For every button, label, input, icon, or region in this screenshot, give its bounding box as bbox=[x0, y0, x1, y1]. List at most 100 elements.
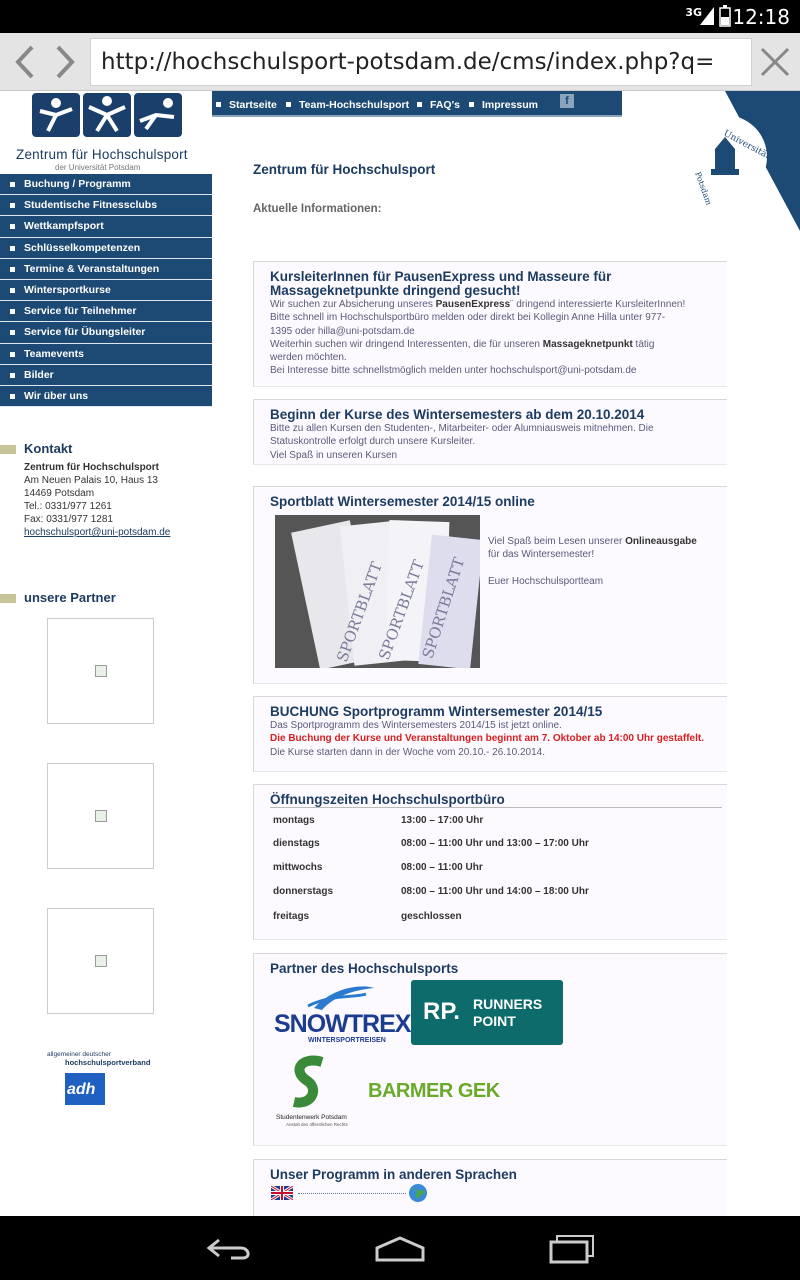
topnav-team[interactable]: Team-Hochschulsport bbox=[299, 99, 409, 111]
hours-time: 08:00 – 11:00 Uhr und 14:00 – 18:00 Uhr bbox=[401, 886, 589, 897]
close-icon[interactable] bbox=[758, 45, 792, 79]
back-icon[interactable] bbox=[8, 43, 42, 81]
snowtrex-logo[interactable]: SNOWTREX WINTERSPORTREISEN bbox=[274, 982, 411, 1046]
partner-image-3[interactable] bbox=[47, 908, 154, 1014]
bullet-icon bbox=[469, 102, 474, 107]
runners-point-logo[interactable]: RP. RUNNERS POINT bbox=[411, 980, 563, 1045]
hours-day: freitags bbox=[273, 911, 310, 922]
bullet-icon bbox=[10, 393, 15, 399]
kontakt-heading: Kontakt bbox=[0, 441, 72, 456]
logo-figure-1 bbox=[32, 93, 80, 137]
languages-title: Unser Programm in anderen Sprachen bbox=[270, 1167, 517, 1182]
studentenwerk-text: Studentenwerk Potsdam bbox=[276, 1114, 347, 1121]
sidemenu-item-schluesselkompetenzen[interactable]: Schlüsselkompetenzen bbox=[0, 237, 212, 259]
bullet-icon bbox=[10, 266, 15, 272]
topnav-faq[interactable]: FAQ's bbox=[430, 99, 460, 111]
url-input[interactable]: http://hochschulsport-potsdam.de/cms/ind… bbox=[90, 38, 752, 86]
sidemenu-item-buchung[interactable]: Buchung / Programm bbox=[0, 174, 212, 196]
topnav-impressum[interactable]: Impressum bbox=[482, 99, 538, 111]
news-title[interactable]: KursleiterInnen für PausenExpress und Ma… bbox=[254, 262, 654, 298]
logo-subtitle: der Universität Potsdam bbox=[55, 163, 141, 172]
page-title: Zentrum für Hochschulsport bbox=[253, 162, 436, 177]
university-seal[interactable]: Universität Potsdam bbox=[665, 91, 800, 231]
kontakt-address1: Am Neuen Palais 10, Haus 13 bbox=[24, 475, 158, 486]
uk-flag-icon[interactable] bbox=[271, 1186, 293, 1200]
status-bar: 3G 12:18 bbox=[0, 0, 800, 33]
sportblatt-image[interactable]: SPORTBLATT SPORTBLATT SPORTBLATT bbox=[275, 515, 480, 668]
bullet-icon bbox=[10, 287, 15, 293]
news-text: Bitte zu allen Kursen den Studenten-, Mi… bbox=[270, 423, 654, 461]
bullet-icon bbox=[286, 102, 291, 107]
adh-line2: hochschulsportverband bbox=[65, 1058, 151, 1067]
news-text: Wir suchen zur Absicherung unseres Pause… bbox=[270, 299, 686, 377]
bullet-icon bbox=[10, 182, 15, 187]
kontakt-address2: 14469 Potsdam bbox=[24, 488, 95, 499]
sidemenu-item-service-teilnehmer[interactable]: Service für Teilnehmer bbox=[0, 301, 212, 323]
sidemenu-item-termine[interactable]: Termine & Veranstaltungen bbox=[0, 258, 212, 280]
snowtrex-swoosh-icon bbox=[307, 986, 374, 1010]
bullet-icon bbox=[10, 372, 15, 378]
sidemenu-item-wettkampfsport[interactable]: Wettkampfsport bbox=[0, 216, 212, 238]
sidemenu-item-teamevents[interactable]: Teamevents bbox=[0, 343, 212, 365]
bullet-icon bbox=[216, 102, 221, 107]
hours-title: Öffnungszeiten Hochschulsportbüro bbox=[270, 792, 505, 807]
home-button-icon[interactable] bbox=[375, 1234, 425, 1264]
adh-line1: allgemeiner deutscher bbox=[47, 1051, 111, 1058]
bullet-icon bbox=[10, 351, 15, 357]
back-button-icon[interactable] bbox=[205, 1234, 255, 1264]
news-card: KursleiterInnen für PausenExpress und Ma… bbox=[253, 261, 727, 387]
signal-bars-icon bbox=[700, 7, 714, 25]
point-text: POINT bbox=[473, 1013, 516, 1029]
hours-day: montags bbox=[273, 815, 315, 826]
hours-time: 08:00 – 11:00 Uhr bbox=[401, 862, 483, 873]
news-title[interactable]: Sportblatt Wintersemester 2014/15 online bbox=[254, 487, 714, 509]
logo-figure-2 bbox=[83, 93, 131, 137]
barmer-logo[interactable]: BARMER GEK bbox=[368, 1080, 500, 1103]
hours-time: 13:00 – 17:00 Uhr bbox=[401, 815, 484, 826]
news-title[interactable]: BUCHUNG Sportprogramm Wintersemester 201… bbox=[254, 697, 714, 719]
adh-mark: adh bbox=[65, 1073, 105, 1105]
news-text: Viel Spaß beim Lesen unserer Onlineausga… bbox=[488, 536, 697, 587]
bullet-icon bbox=[10, 330, 15, 336]
hours-day: donnerstags bbox=[273, 886, 334, 897]
page-subtitle: Aktuelle Informationen: bbox=[253, 203, 382, 215]
broken-image-icon bbox=[95, 955, 107, 967]
hours-time: 08:00 – 11:00 Uhr und 13:00 – 17:00 Uhr bbox=[401, 838, 589, 849]
sidemenu-item-wintersportkurse[interactable]: Wintersportkurse bbox=[0, 279, 212, 302]
runners-text: RUNNERS bbox=[473, 996, 543, 1012]
hours-time: geschlossen bbox=[401, 911, 462, 922]
news-card: Beginn der Kurse des Wintersemesters ab … bbox=[253, 399, 727, 465]
sidemenu-item-fitnessclubs[interactable]: Studentische Fitnessclubs bbox=[0, 195, 212, 217]
news-title[interactable]: Beginn der Kurse des Wintersemesters ab … bbox=[254, 400, 714, 422]
partners-card: Partner des Hochschulsports SNOWTREX WIN… bbox=[253, 953, 727, 1146]
web-page: Zentrum für Hochschulsport der Universit… bbox=[0, 91, 800, 1216]
adh-logo[interactable]: allgemeiner deutscher hochschulsportverb… bbox=[47, 1051, 154, 1113]
kontakt-email-link[interactable]: hochschulsport@uni-potsdam.de bbox=[24, 527, 170, 538]
bullet-icon bbox=[10, 224, 15, 230]
bullet-icon bbox=[417, 102, 422, 107]
studentenwerk-sub: Anstalt des öffentlichen Rechts bbox=[286, 1122, 348, 1127]
site-logo[interactable]: Zentrum für Hochschulsport der Universit… bbox=[0, 91, 212, 173]
bullet-icon bbox=[10, 309, 15, 315]
partners-title: Partner des Hochschulsports bbox=[270, 961, 459, 976]
system-navigation-bar bbox=[0, 1216, 800, 1280]
languages-card: Unser Programm in anderen Sprachen bbox=[253, 1159, 727, 1216]
hours-day: mittwochs bbox=[273, 862, 323, 873]
studentenwerk-logo[interactable]: Studentenwerk Potsdam Anstalt des öffent… bbox=[274, 1054, 364, 1128]
facebook-icon[interactable]: f bbox=[560, 94, 574, 108]
globe-icon[interactable] bbox=[408, 1183, 428, 1203]
partner-image-1[interactable] bbox=[47, 618, 154, 724]
sidemenu-item-bilder[interactable]: Bilder bbox=[0, 364, 212, 386]
bullet-icon bbox=[10, 245, 15, 251]
news-card: BUCHUNG Sportprogramm Wintersemester 201… bbox=[253, 696, 727, 772]
snowtrex-sub: WINTERSPORTREISEN bbox=[308, 1037, 386, 1044]
topnav-startseite[interactable]: Startseite bbox=[229, 99, 277, 111]
sidemenu-item-wir-ueber-uns[interactable]: Wir über uns bbox=[0, 385, 212, 408]
divider bbox=[270, 807, 722, 808]
news-text: Das Sportprogramm des Wintersemesters 20… bbox=[270, 720, 704, 758]
kontakt-tel: Tel.: 0331/977 1261 bbox=[24, 501, 112, 512]
forward-icon[interactable] bbox=[48, 43, 82, 81]
sidemenu-item-service-uebungsleiter[interactable]: Service für Übungsleiter bbox=[0, 322, 212, 344]
recent-apps-button-icon[interactable] bbox=[547, 1234, 597, 1264]
partner-image-2[interactable] bbox=[47, 763, 154, 869]
